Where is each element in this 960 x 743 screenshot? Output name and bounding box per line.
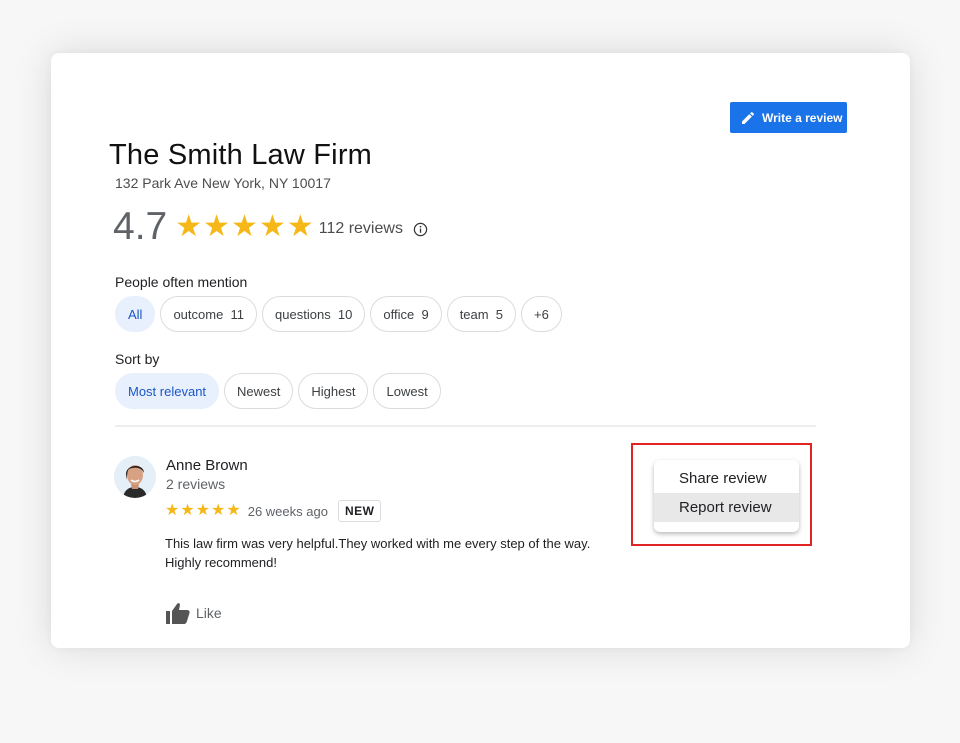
rating-value: 4.7 [113,205,168,248]
star-icon: ★ [226,502,241,519]
star-icon: ★ [211,502,226,519]
avatar-image [114,456,156,498]
thumbs-up-icon [166,603,190,624]
mention-chip[interactable]: All [115,296,156,332]
share-review-menu-item[interactable]: Share review [654,464,799,493]
write-review-button[interactable]: Write a review [730,102,847,133]
reviews-card: Write a review The Smith Law Firm 132 Pa… [51,53,910,648]
review-count[interactable]: 112 reviews [319,220,403,238]
mention-chip[interactable]: +6 [521,296,562,332]
star-icon: ★ [195,502,211,519]
review-meta: ★ ★ ★ ★ ★ 26 weeks ago NEW [165,500,382,522]
star-icon: ★ [165,502,180,519]
review-text: This law firm was very helpful.They work… [165,536,591,570]
reviewer-name[interactable]: Anne Brown [166,457,248,474]
avatar[interactable] [114,456,156,498]
business-name: The Smith Law Firm [109,139,373,171]
sort-chip[interactable]: Highest [298,373,369,409]
star-icon: ★ [286,210,314,243]
review-time: 26 weeks ago [247,503,328,519]
star-icon: ★ [180,502,195,519]
write-review-label: Write a review [762,110,843,125]
star-icon: ★ [203,210,231,243]
mention-chips: All outcome 11 questions 10 office 9 team 5 +… [115,296,562,332]
sort-chip[interactable]: Lowest [373,373,441,409]
mention-chip[interactable]: outcome 11 [160,296,258,332]
star-icon: ★ [175,210,203,243]
business-address: 132 Park Ave New York, NY 10017 [115,175,331,191]
review-stars: ★ ★ ★ ★ ★ [165,503,242,519]
mention-chip[interactable]: questions 10 [262,296,366,332]
new-badge: NEW [337,500,382,522]
divider [115,425,816,427]
star-icon: ★ [231,210,258,243]
mentions-label: People often mention [115,274,248,290]
review-context-menu: Share review Report review [654,460,799,532]
sort-label: Sort by [115,351,160,367]
info-icon[interactable] [413,222,428,237]
like-label: Like [196,605,222,621]
star-icon: ★ [258,210,286,243]
like-button[interactable]: Like [166,602,222,624]
mention-chip[interactable]: office 9 [370,296,442,332]
sort-chips: Most relevant Newest Highest Lowest [115,373,441,409]
sort-chip[interactable]: Newest [224,373,294,409]
rating-summary: 4.7 ★ ★ ★ ★ ★ 112 reviews [113,205,428,249]
sort-chip[interactable]: Most relevant [115,373,220,409]
reviewer-review-count: 2 reviews [166,476,226,492]
report-review-menu-item[interactable]: Report review [654,493,799,522]
mention-chip[interactable]: team 5 [446,296,517,332]
pencil-icon [742,111,755,124]
rating-stars: ★ ★ ★ ★ ★ [175,212,314,242]
